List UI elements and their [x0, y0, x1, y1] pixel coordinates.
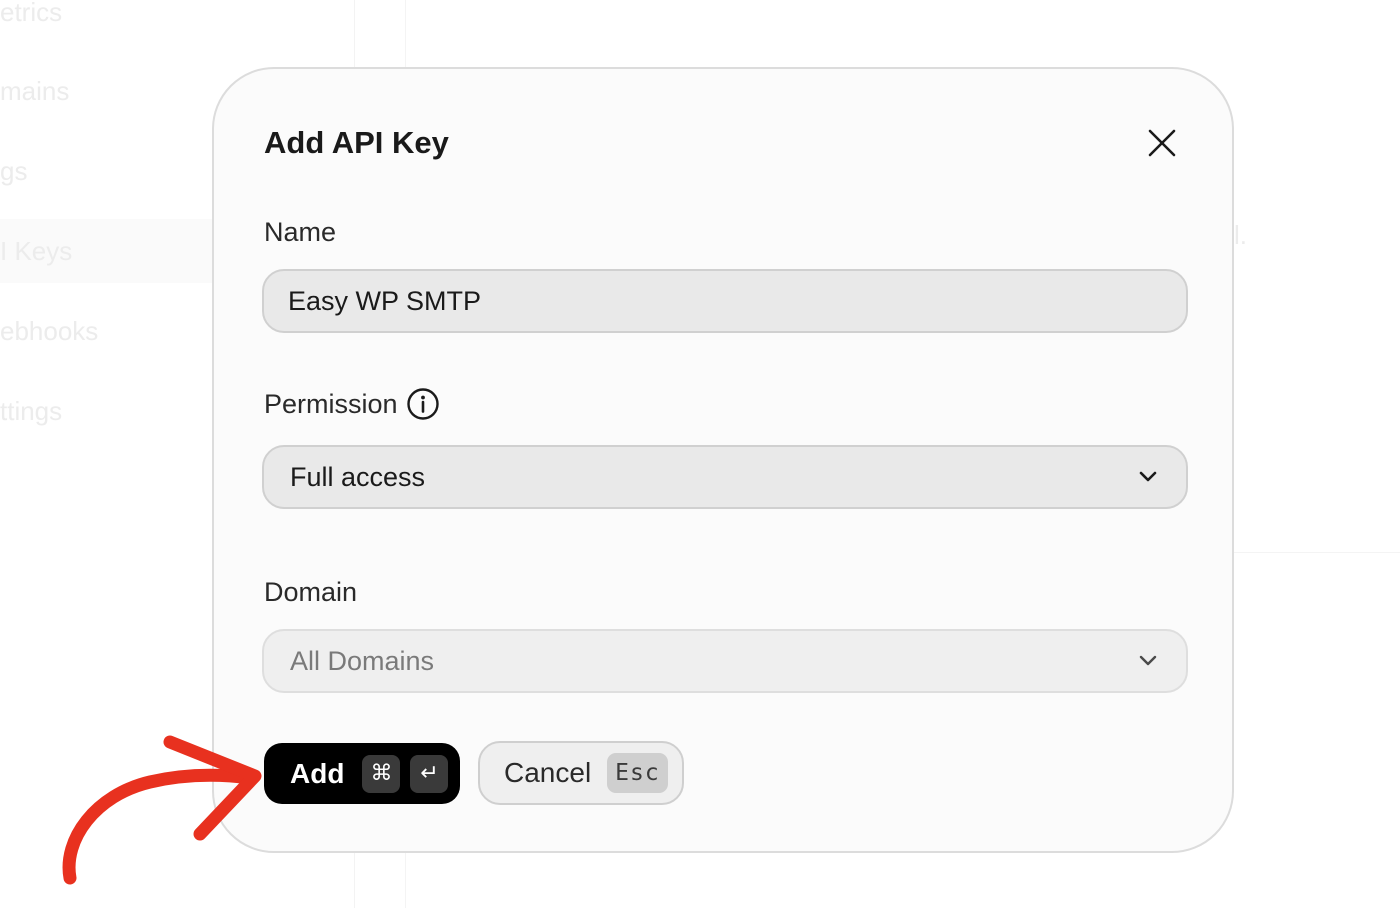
- modal-title: Add API Key: [264, 125, 449, 160]
- close-icon: [1148, 129, 1176, 157]
- name-label: Name: [264, 217, 336, 248]
- chevron-down-icon: [1139, 655, 1157, 666]
- domain-label: Domain: [264, 577, 357, 608]
- name-input[interactable]: [262, 269, 1188, 333]
- escape-key-hint: Esc: [607, 753, 668, 793]
- add-api-key-modal: Add API Key Name Permission Full access …: [212, 67, 1234, 853]
- name-label-text: Name: [264, 217, 337, 247]
- domain-label-text: Domain: [264, 577, 358, 607]
- add-button-label: Add: [290, 757, 345, 789]
- close-button[interactable]: [1144, 125, 1180, 161]
- info-icon[interactable]: [406, 387, 440, 421]
- enter-key-hint: ↵: [410, 754, 449, 793]
- domain-selected-value: All Domains: [290, 645, 435, 676]
- domain-select[interactable]: All Domains: [262, 629, 1188, 693]
- command-key-hint: ⌘: [362, 754, 401, 793]
- permission-label: Permission: [264, 387, 440, 421]
- permission-label-text: Permission: [264, 388, 398, 419]
- permission-selected-value: Full access: [290, 461, 426, 492]
- permission-select[interactable]: Full access: [262, 445, 1188, 509]
- cancel-button[interactable]: Cancel Esc: [478, 741, 684, 805]
- sidebar-item-metrics[interactable]: etrics: [0, 0, 355, 44]
- add-button[interactable]: Add ⌘ ↵: [264, 743, 460, 804]
- cancel-button-label: Cancel: [504, 757, 592, 788]
- red-arrow-icon: [62, 735, 262, 885]
- chevron-down-icon: [1139, 471, 1157, 482]
- background-text-fragment: l.: [1234, 220, 1247, 250]
- background-divider: [1230, 552, 1400, 553]
